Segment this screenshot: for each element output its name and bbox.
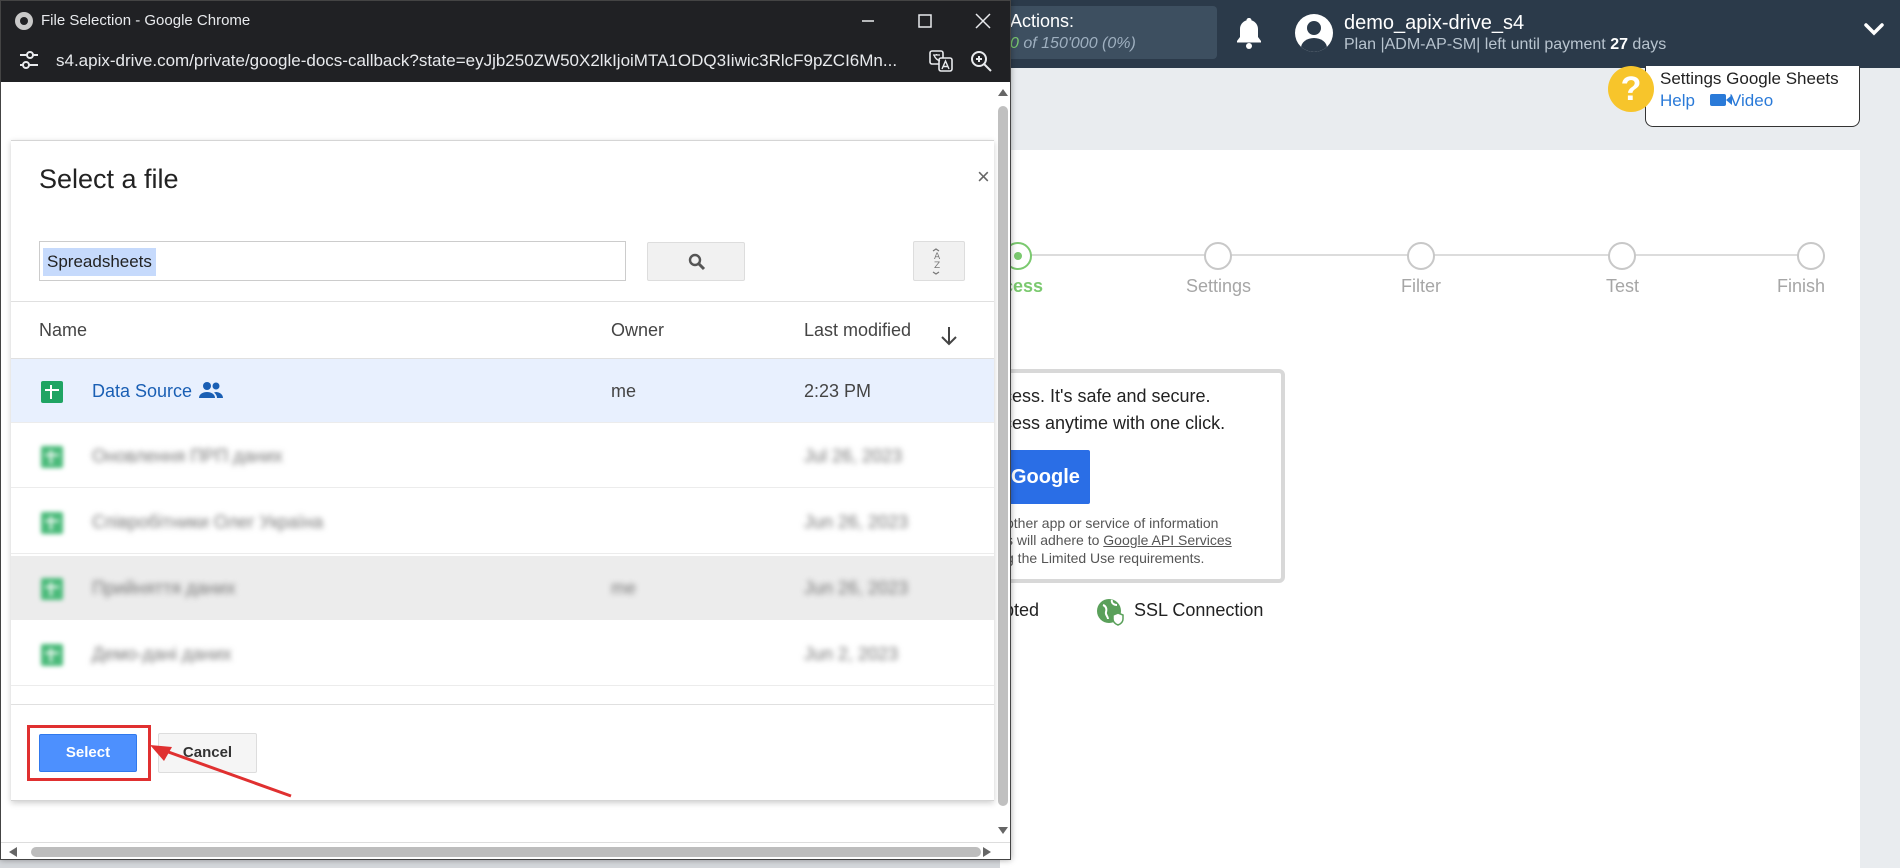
video-link[interactable]: Video	[1710, 91, 1773, 111]
username[interactable]: demo_apix-drive_s4	[1344, 12, 1524, 35]
step-dot-finish	[1797, 242, 1825, 270]
file-name: Співробітники Олег Україна	[92, 512, 324, 532]
file-owner: me	[611, 381, 637, 401]
shared-people-icon	[199, 382, 223, 398]
dialog-title: Select a file	[39, 164, 179, 194]
file-row[interactable]: Співробітники Олег Україна Jun 26, 2023	[11, 490, 994, 554]
step-label-settings: Settings	[1186, 276, 1252, 296]
sort-descending-icon[interactable]	[939, 325, 959, 347]
access-text-1: cess. It's safe and secure.	[1003, 386, 1211, 406]
actions-total: of 150'000 (0%)	[1018, 35, 1136, 52]
bell-icon[interactable]	[1234, 16, 1264, 50]
step-dot-test	[1608, 242, 1636, 270]
sheets-file-icon	[41, 446, 63, 468]
header-divider	[11, 301, 994, 302]
scroll-down-icon[interactable]	[996, 825, 1010, 837]
zoom-icon[interactable]	[969, 49, 993, 73]
file-modified: Jul 26, 2023	[804, 446, 903, 466]
step-dot-filter	[1407, 242, 1435, 270]
search-input[interactable]: Spreadsheets	[39, 241, 626, 281]
maximize-icon[interactable]	[910, 6, 940, 36]
search-icon	[688, 253, 706, 271]
chrome-popup-window: File Selection - Google Chrome s4.apix-d…	[0, 0, 1011, 860]
column-header-name[interactable]: Name	[39, 320, 87, 341]
disclosure-line-3: g the Limited Use requirements.	[1006, 550, 1205, 566]
column-header-last-modified[interactable]: Last modified	[804, 320, 911, 341]
step-label-filter: Filter	[1401, 276, 1441, 296]
file-row[interactable]: Демо-дані даних Jun 2, 2023	[11, 622, 994, 686]
disclosure-prefix: s will adhere to	[1006, 532, 1104, 548]
step-label-finish: Finish	[1777, 276, 1826, 296]
step-dot-settings	[1204, 242, 1232, 270]
file-name: Прийняття даних	[92, 578, 236, 598]
video-camera-icon	[1710, 94, 1732, 106]
column-header-owner[interactable]: Owner	[611, 320, 664, 341]
help-link[interactable]: Help	[1660, 91, 1695, 111]
site-settings-icon[interactable]	[18, 50, 40, 70]
file-row[interactable]: Прийняття даних me Jun 26, 2023	[11, 556, 994, 620]
scroll-left-icon[interactable]	[7, 846, 19, 858]
close-window-icon[interactable]	[968, 6, 998, 36]
question-icon: ?	[1608, 66, 1654, 112]
search-query[interactable]: Spreadsheets	[43, 248, 156, 276]
minimize-icon[interactable]	[853, 6, 883, 36]
window-title: File Selection - Google Chrome	[41, 12, 251, 29]
plan-days: 27	[1610, 36, 1628, 53]
plan-suffix: days	[1627, 36, 1667, 53]
scroll-right-icon[interactable]	[981, 846, 993, 858]
sheets-file-icon	[41, 644, 63, 666]
search-button[interactable]	[647, 242, 745, 281]
sheets-file-icon	[41, 381, 63, 403]
select-button[interactable]: Select	[39, 734, 137, 772]
access-text-2: cess anytime with one click.	[1003, 413, 1226, 433]
sort-az-icon: AZ	[932, 248, 941, 275]
horizontal-scroll-thumb[interactable]	[31, 847, 981, 857]
help-title: Settings Google Sheets	[1660, 69, 1839, 88]
user-avatar[interactable]	[1295, 14, 1333, 52]
file-owner: me	[611, 578, 637, 598]
disclosure-line-2: s will adhere to Google API Services	[1006, 532, 1232, 548]
page-bottom	[0, 860, 1000, 868]
close-dialog-icon[interactable]: ×	[977, 166, 993, 188]
chrome-icon	[15, 12, 33, 30]
sheets-file-icon	[41, 512, 63, 534]
translate-icon[interactable]	[929, 50, 953, 72]
video-link-label: Video	[1730, 91, 1774, 110]
file-modified: Jun 26, 2023	[804, 512, 909, 532]
file-name: Оновлення ПРП даних	[92, 446, 283, 466]
file-row[interactable]: Оновлення ПРП даних Jul 26, 2023	[11, 424, 994, 488]
chevron-down-icon[interactable]	[1863, 18, 1885, 40]
actions-count: 0	[1010, 35, 1019, 52]
footer-divider	[11, 704, 994, 705]
globe-shield-icon	[1097, 599, 1124, 626]
sheets-file-icon	[41, 578, 63, 600]
file-name: Data Source	[92, 381, 193, 401]
file-row[interactable]: Data Source me 2:23 PM	[11, 359, 994, 423]
url-text[interactable]: s4.apix-drive.com/private/google-docs-ca…	[56, 51, 913, 71]
file-modified: Jun 26, 2023	[804, 578, 909, 598]
plan-info: Plan |ADM-AP-SM| left until payment 27 d…	[1344, 36, 1666, 54]
sort-button[interactable]: AZ	[913, 241, 965, 281]
actions-value: 0 of 150'000 (0%)	[1010, 35, 1136, 53]
plan-prefix: Plan |ADM-AP-SM| left until payment	[1344, 36, 1611, 53]
file-modified: 2:23 PM	[804, 381, 872, 401]
google-api-services-link[interactable]: Google API Services	[1103, 532, 1231, 548]
file-name: Демо-дані даних	[92, 644, 232, 664]
annotation-arrow-icon	[150, 745, 292, 798]
ssl-label: SSL Connection	[1134, 600, 1264, 620]
actions-label: Actions:	[1010, 11, 1075, 31]
step-label-test: Test	[1606, 276, 1640, 296]
file-modified: Jun 2, 2023	[804, 644, 899, 664]
disclosure-line-1: other app or service of information	[1006, 515, 1219, 531]
vertical-scroll-thumb[interactable]	[998, 106, 1008, 806]
scroll-up-icon[interactable]	[996, 86, 1010, 98]
svg-text:Z: Z	[934, 261, 940, 271]
